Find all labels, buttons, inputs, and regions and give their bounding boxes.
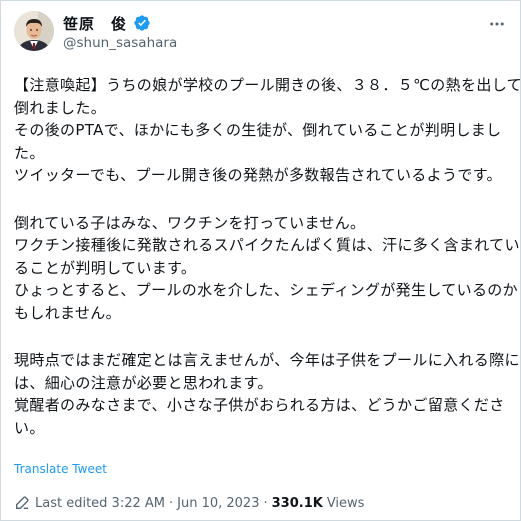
avatar-photo (14, 11, 54, 51)
tweet-line: ることが判明しています。 (14, 258, 197, 277)
tweet-card: 笹原 俊 @shun_sasahara 【注意喚起】うちの娘が学校のプール開きの… (0, 0, 521, 521)
views-count: 330.1K (271, 495, 323, 511)
pencil-icon (14, 495, 30, 511)
verified-badge-icon (133, 14, 151, 32)
more-options-icon (490, 22, 504, 26)
tweet-line: 倒れている子はみな、ワクチンを打っていません。 (14, 213, 366, 232)
tweet-line: 現時点ではまだ確定とは言えませんが、今年は子供をプールに入れる際に (14, 351, 520, 369)
tweet-line: い。 (14, 418, 45, 437)
tweet-paragraph: 【注意喚起】うちの娘が学校のプール開きの後、３８．５℃の熱を出して 倒れました。… (14, 74, 521, 187)
meta-separator: · (169, 495, 174, 511)
views-label: Views (326, 495, 365, 511)
tweet-line: その後のPTAで、ほかにも多くの生徒が、倒れていることが判明しまし (14, 121, 502, 139)
display-name[interactable]: 笹原 俊 (63, 13, 127, 34)
translate-tweet-link[interactable]: Translate Tweet (14, 462, 107, 476)
last-edited-link[interactable]: Last edited 3:22 AM (35, 496, 165, 511)
tweet-text: 【注意喚起】うちの娘が学校のプール開きの後、３８．５℃の熱を出して 倒れました。… (14, 74, 521, 464)
tweet-line: は、細心の注意が必要と思われます。 (14, 373, 273, 392)
tweet-line: ワクチン接種後に発散されるスパイクたんぱく質は、汗に多く含まれてい (14, 236, 520, 254)
more-options-button[interactable] (486, 13, 508, 35)
tweet-paragraph: 現時点ではまだ確定とは言えませんが、今年は子供をプールに入れる際に は、細心の注… (14, 349, 520, 439)
tweet-line: ひょっとすると、プールの水を介した、シェディングが発生しているのか (14, 281, 519, 299)
tweet-date[interactable]: Jun 10, 2023 (177, 496, 259, 511)
tweet-meta: Last edited 3:22 AM · Jun 10, 2023 · 330… (14, 495, 364, 511)
tweet-line: 【注意喚起】うちの娘が学校のプール開きの後、３８．５℃の熱を出して (14, 76, 521, 94)
meta-separator: · (263, 495, 268, 511)
tweet-line: 倒れました。 (14, 98, 107, 117)
author-handle[interactable]: @shun_sasahara (63, 35, 177, 51)
tweet-paragraph: 倒れている子はみな、ワクチンを打っていません。 ワクチン接種後に発散されるスパイ… (14, 212, 520, 325)
tweet-line: た。 (14, 143, 45, 162)
tweet-line: ツイッターでも、プール開き後の発熱が多数報告されているようです。 (14, 166, 502, 184)
tweet-line: 覚醒者のみなさまで、小さな子供がおられる方は、どうかご留意くださ (14, 396, 505, 414)
tweet-line: もしれません。 (14, 303, 122, 322)
avatar[interactable] (14, 11, 54, 51)
author-name-row[interactable]: 笹原 俊 (63, 12, 151, 34)
